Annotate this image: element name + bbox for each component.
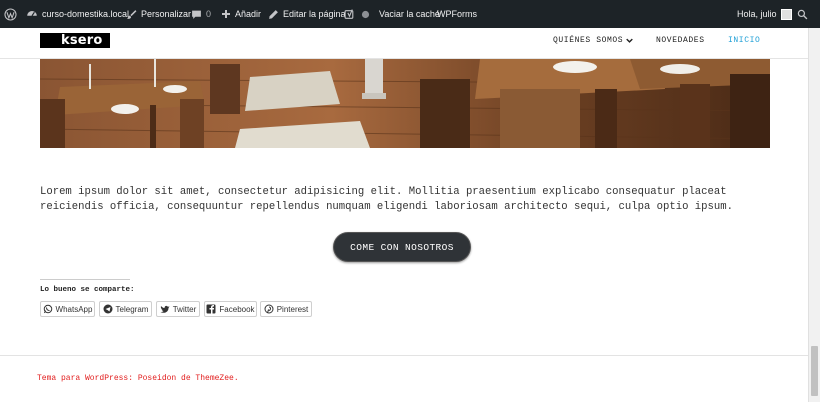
share-twitter-button[interactable]: Twitter	[156, 301, 200, 317]
seo-status-dot-icon	[361, 0, 370, 28]
yoast-seo-icon[interactable]	[344, 0, 355, 28]
share-whatsapp-button[interactable]: WhatsApp	[40, 301, 95, 317]
wpforms-button[interactable]: WPForms	[437, 0, 477, 28]
nav-item-label: QUIÉNES SOMOS	[553, 36, 624, 45]
site-name-label: curso-domestika.local	[42, 9, 130, 19]
whatsapp-icon	[43, 304, 52, 314]
nav-item-label: NOVEDADES	[656, 36, 705, 45]
wordpress-logo-icon[interactable]	[4, 0, 17, 28]
pencil-icon	[269, 9, 278, 19]
nav-item-label: INICIO	[728, 36, 761, 45]
customize-label: Personalizar	[141, 9, 192, 19]
share-telegram-button[interactable]: Telegram	[99, 301, 152, 317]
search-icon[interactable]	[797, 0, 808, 28]
edit-page-button[interactable]: Editar la página	[268, 0, 346, 28]
add-new-button[interactable]: Añadir	[221, 0, 261, 28]
wpforms-label: WPForms	[437, 9, 477, 19]
theme-credit-link[interactable]: Tema para WordPress: Poseidon de ThemeZe…	[37, 374, 239, 383]
scrollbar-thumb[interactable]	[811, 346, 818, 396]
site-header: ksero QUIÉNES SOMOS NOVEDADES INICIO	[0, 28, 808, 59]
nav-item-quienes-somos[interactable]: QUIÉNES SOMOS	[553, 36, 634, 45]
greeting-label: Hola, julio	[737, 9, 777, 19]
site-footer: Tema para WordPress: Poseidon de ThemeZe…	[0, 355, 808, 403]
dashboard-icon	[27, 11, 37, 17]
share-label: Pinterest	[276, 304, 309, 314]
clear-cache-label: Vaciar la caché	[379, 9, 440, 19]
comments-button[interactable]: 0	[191, 0, 211, 28]
share-label: Facebook	[219, 304, 255, 314]
avatar	[780, 8, 792, 20]
clear-cache-button[interactable]: Vaciar la caché	[379, 0, 440, 28]
brush-icon	[127, 9, 137, 19]
share-pinterest-button[interactable]: Pinterest	[260, 301, 312, 317]
comments-count: 0	[206, 9, 212, 19]
share-title: Lo bueno se comparte:	[40, 279, 135, 294]
comment-icon	[192, 10, 201, 19]
pinterest-icon	[264, 304, 274, 314]
add-new-label: Añadir	[235, 9, 262, 19]
site-name-menu[interactable]: curso-domestika.local	[26, 0, 129, 28]
share-label: Twitter	[172, 304, 197, 314]
facebook-icon	[206, 304, 216, 314]
plus-icon	[222, 10, 230, 18]
intro-paragraph: Lorem ipsum dolor sit amet, consectetur …	[40, 186, 733, 213]
share-label: WhatsApp	[55, 304, 93, 314]
edit-page-label: Editar la página	[283, 9, 346, 19]
nav-item-inicio[interactable]: INICIO	[728, 36, 760, 45]
come-con-nosotros-button[interactable]: COME CON NOSOTROS	[333, 232, 471, 262]
restaurant-interior-photo	[40, 59, 770, 148]
page-scrollbar[interactable]	[808, 28, 820, 402]
telegram-icon	[103, 304, 113, 314]
share-label: Telegram	[115, 304, 149, 314]
twitter-icon	[160, 305, 170, 313]
share-facebook-button[interactable]: Facebook	[204, 301, 257, 317]
wp-admin-bar: curso-domestika.local Personalizar 0 Aña…	[0, 0, 820, 28]
site-logo[interactable]: ksero	[40, 33, 110, 48]
customize-button[interactable]: Personalizar	[126, 0, 191, 28]
chevron-down-icon	[626, 38, 634, 43]
nav-item-novedades[interactable]: NOVEDADES	[656, 36, 705, 45]
account-menu[interactable]: Hola, julio	[737, 0, 792, 28]
